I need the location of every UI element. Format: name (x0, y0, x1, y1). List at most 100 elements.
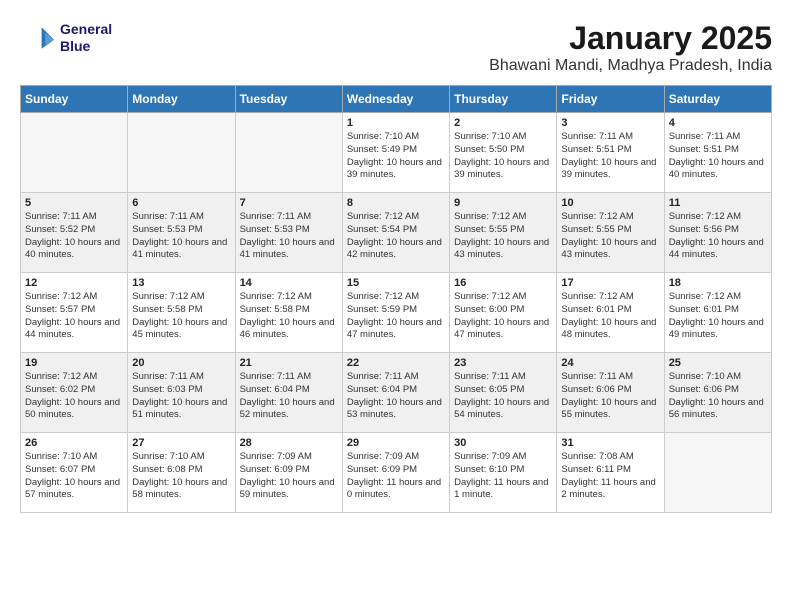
cell-info: Sunrise: 7:11 AM Sunset: 5:52 PM Dayligh… (25, 211, 123, 262)
day-number: 5 (25, 197, 123, 209)
title-area: January 2025 Bhawani Mandi, Madhya Prade… (489, 20, 772, 75)
day-number: 23 (454, 357, 552, 369)
weekday-header-wednesday: Wednesday (342, 86, 449, 113)
calendar-cell: 20 Sunrise: 7:11 AM Sunset: 6:03 PM Dayli… (128, 353, 235, 433)
cell-info: Sunrise: 7:12 AM Sunset: 5:55 PM Dayligh… (561, 211, 659, 262)
calendar-cell (21, 113, 128, 193)
day-number: 10 (561, 197, 659, 209)
day-number: 16 (454, 277, 552, 289)
day-number: 3 (561, 117, 659, 129)
day-number: 20 (132, 357, 230, 369)
cell-info: Sunrise: 7:11 AM Sunset: 5:51 PM Dayligh… (561, 131, 659, 182)
calendar-cell: 29 Sunrise: 7:09 AM Sunset: 6:09 PM Dayli… (342, 433, 449, 513)
week-row-4: 19 Sunrise: 7:12 AM Sunset: 6:02 PM Dayli… (21, 353, 772, 433)
day-number: 7 (240, 197, 338, 209)
cell-info: Sunrise: 7:12 AM Sunset: 5:56 PM Dayligh… (669, 211, 767, 262)
cell-info: Sunrise: 7:11 AM Sunset: 6:06 PM Dayligh… (561, 371, 659, 422)
calendar-table: SundayMondayTuesdayWednesdayThursdayFrid… (20, 85, 772, 513)
cell-info: Sunrise: 7:11 AM Sunset: 6:04 PM Dayligh… (240, 371, 338, 422)
day-number: 26 (25, 437, 123, 449)
calendar-cell: 15 Sunrise: 7:12 AM Sunset: 5:59 PM Dayli… (342, 273, 449, 353)
cell-info: Sunrise: 7:10 AM Sunset: 6:08 PM Dayligh… (132, 451, 230, 502)
calendar-cell: 28 Sunrise: 7:09 AM Sunset: 6:09 PM Dayli… (235, 433, 342, 513)
calendar-cell: 17 Sunrise: 7:12 AM Sunset: 6:01 PM Dayli… (557, 273, 664, 353)
cell-info: Sunrise: 7:10 AM Sunset: 5:50 PM Dayligh… (454, 131, 552, 182)
day-number: 27 (132, 437, 230, 449)
day-number: 9 (454, 197, 552, 209)
calendar-cell: 14Sunrise: 7:12 AM Sunset: 5:58 PM Dayli… (235, 273, 342, 353)
calendar-cell: 2 Sunrise: 7:10 AM Sunset: 5:50 PM Daylig… (450, 113, 557, 193)
cell-info: Sunrise: 7:12 AM Sunset: 6:01 PM Dayligh… (561, 291, 659, 342)
calendar-cell: 3 Sunrise: 7:11 AM Sunset: 5:51 PM Daylig… (557, 113, 664, 193)
day-number: 12 (25, 277, 123, 289)
cell-info: Sunrise: 7:12 AM Sunset: 6:01 PM Dayligh… (669, 291, 767, 342)
calendar-cell: 26 Sunrise: 7:10 AM Sunset: 6:07 PM Dayli… (21, 433, 128, 513)
calendar-cell (235, 113, 342, 193)
day-number: 19 (25, 357, 123, 369)
calendar-cell: 11 Sunrise: 7:12 AM Sunset: 5:56 PM Dayli… (664, 193, 771, 273)
cell-info: Sunrise: 7:11 AM Sunset: 6:03 PM Dayligh… (132, 371, 230, 422)
cell-info: Sunrise: 7:10 AM Sunset: 6:07 PM Dayligh… (25, 451, 123, 502)
day-number: 24 (561, 357, 659, 369)
week-row-3: 12Sunrise: 7:12 AM Sunset: 5:57 PM Dayli… (21, 273, 772, 353)
calendar-cell: 24 Sunrise: 7:11 AM Sunset: 6:06 PM Dayli… (557, 353, 664, 433)
cell-info: Sunrise: 7:10 AM Sunset: 5:49 PM Dayligh… (347, 131, 445, 182)
calendar-cell: 4 Sunrise: 7:11 AM Sunset: 5:51 PM Daylig… (664, 113, 771, 193)
day-number: 30 (454, 437, 552, 449)
calendar-cell: 30 Sunrise: 7:09 AM Sunset: 6:10 PM Dayli… (450, 433, 557, 513)
calendar-cell: 27 Sunrise: 7:10 AM Sunset: 6:08 PM Dayli… (128, 433, 235, 513)
cell-info: Sunrise: 7:12 AM Sunset: 6:00 PM Dayligh… (454, 291, 552, 342)
calendar-cell: 8Sunrise: 7:12 AM Sunset: 5:54 PM Daylig… (342, 193, 449, 273)
day-number: 11 (669, 197, 767, 209)
calendar-cell (664, 433, 771, 513)
day-number: 4 (669, 117, 767, 129)
calendar-cell: 21 Sunrise: 7:11 AM Sunset: 6:04 PM Dayli… (235, 353, 342, 433)
cell-info: Sunrise: 7:09 AM Sunset: 6:09 PM Dayligh… (240, 451, 338, 502)
week-row-2: 5 Sunrise: 7:11 AM Sunset: 5:52 PM Daylig… (21, 193, 772, 273)
day-number: 2 (454, 117, 552, 129)
day-number: 22 (347, 357, 445, 369)
calendar-cell: 6Sunrise: 7:11 AM Sunset: 5:53 PM Daylig… (128, 193, 235, 273)
cell-info: Sunrise: 7:09 AM Sunset: 6:10 PM Dayligh… (454, 451, 552, 502)
week-row-5: 26 Sunrise: 7:10 AM Sunset: 6:07 PM Dayli… (21, 433, 772, 513)
cell-info: Sunrise: 7:11 AM Sunset: 5:51 PM Dayligh… (669, 131, 767, 182)
weekday-header-row: SundayMondayTuesdayWednesdayThursdayFrid… (21, 86, 772, 113)
day-number: 25 (669, 357, 767, 369)
day-number: 31 (561, 437, 659, 449)
calendar-cell: 19 Sunrise: 7:12 AM Sunset: 6:02 PM Dayli… (21, 353, 128, 433)
day-number: 17 (561, 277, 659, 289)
day-number: 15 (347, 277, 445, 289)
weekday-header-sunday: Sunday (21, 86, 128, 113)
day-number: 21 (240, 357, 338, 369)
weekday-header-monday: Monday (128, 86, 235, 113)
location-title: Bhawani Mandi, Madhya Pradesh, India (489, 57, 772, 75)
weekday-header-thursday: Thursday (450, 86, 557, 113)
cell-info: Sunrise: 7:11 AM Sunset: 6:05 PM Dayligh… (454, 371, 552, 422)
cell-info: Sunrise: 7:12 AM Sunset: 6:02 PM Dayligh… (25, 371, 123, 422)
calendar-cell: 18 Sunrise: 7:12 AM Sunset: 6:01 PM Dayli… (664, 273, 771, 353)
cell-info: Sunrise: 7:12 AM Sunset: 5:55 PM Dayligh… (454, 211, 552, 262)
calendar-cell: 7 Sunrise: 7:11 AM Sunset: 5:53 PM Daylig… (235, 193, 342, 273)
cell-info: Sunrise: 7:11 AM Sunset: 5:53 PM Dayligh… (240, 211, 338, 262)
weekday-header-saturday: Saturday (664, 86, 771, 113)
calendar-cell: 23 Sunrise: 7:11 AM Sunset: 6:05 PM Dayli… (450, 353, 557, 433)
day-number: 28 (240, 437, 338, 449)
calendar-cell: 16 Sunrise: 7:12 AM Sunset: 6:00 PM Dayli… (450, 273, 557, 353)
day-number: 18 (669, 277, 767, 289)
weekday-header-friday: Friday (557, 86, 664, 113)
day-number: 6 (132, 197, 230, 209)
calendar-cell: 13Sunrise: 7:12 AM Sunset: 5:58 PM Dayli… (128, 273, 235, 353)
cell-info: Sunrise: 7:12 AM Sunset: 5:58 PM Dayligh… (240, 291, 338, 342)
week-row-1: 1Sunrise: 7:10 AM Sunset: 5:49 PM Daylig… (21, 113, 772, 193)
cell-info: Sunrise: 7:12 AM Sunset: 5:59 PM Dayligh… (347, 291, 445, 342)
day-number: 29 (347, 437, 445, 449)
cell-info: Sunrise: 7:08 AM Sunset: 6:11 PM Dayligh… (561, 451, 659, 502)
cell-info: Sunrise: 7:10 AM Sunset: 6:06 PM Dayligh… (669, 371, 767, 422)
cell-info: Sunrise: 7:11 AM Sunset: 6:04 PM Dayligh… (347, 371, 445, 422)
day-number: 13 (132, 277, 230, 289)
cell-info: Sunrise: 7:09 AM Sunset: 6:09 PM Dayligh… (347, 451, 445, 502)
calendar-cell: 25 Sunrise: 7:10 AM Sunset: 6:06 PM Dayli… (664, 353, 771, 433)
calendar-cell: 9 Sunrise: 7:12 AM Sunset: 5:55 PM Daylig… (450, 193, 557, 273)
calendar-cell: 5 Sunrise: 7:11 AM Sunset: 5:52 PM Daylig… (21, 193, 128, 273)
logo: General Blue (20, 20, 112, 56)
